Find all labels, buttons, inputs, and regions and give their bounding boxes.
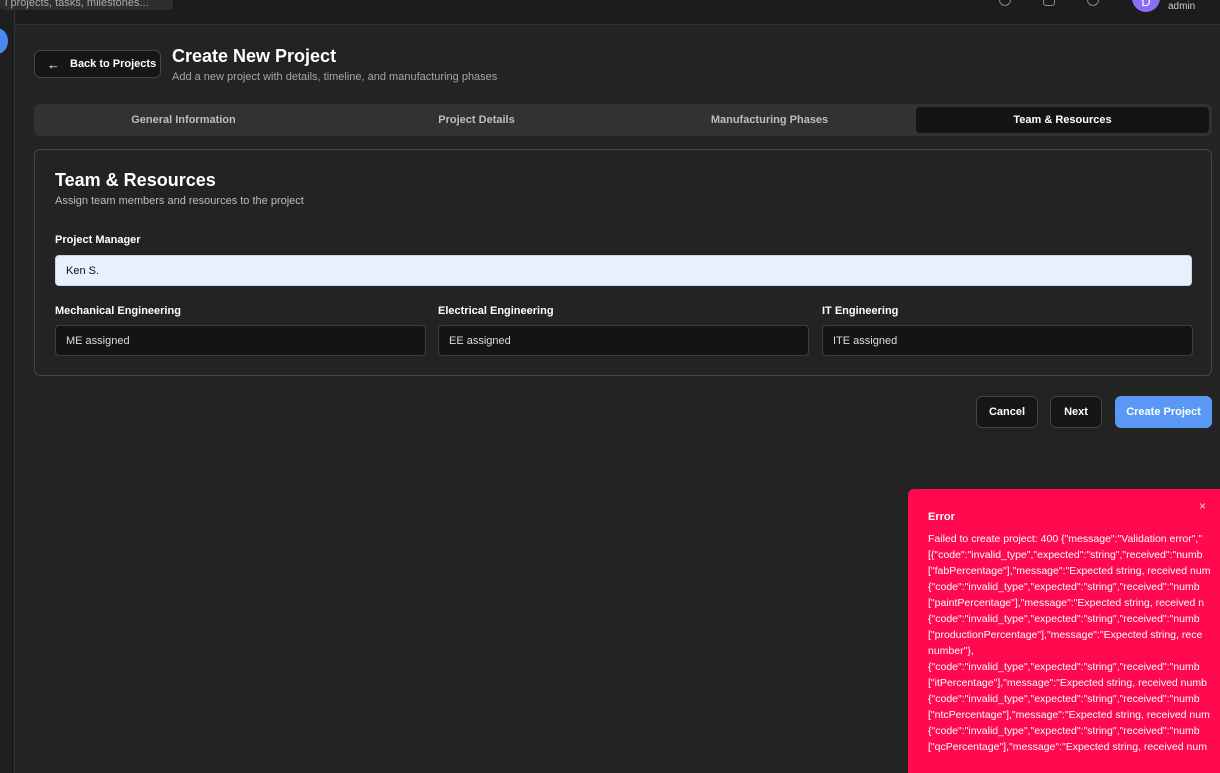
toast-line: [{"code":"invalid_type","expected":"stri… [928, 549, 1203, 561]
toast-line: {"code":"invalid_type","expected":"strin… [928, 725, 1200, 737]
card-description: Assign team members and resources to the… [55, 195, 304, 207]
toast-line: {"code":"invalid_type","expected":"strin… [928, 661, 1200, 673]
clock-icon[interactable] [999, 0, 1011, 6]
arrow-left-icon: ← [47, 56, 60, 72]
tab-general-information[interactable]: General Information [37, 107, 330, 133]
toast-line: ["fabPercentage"],"message":"Expected st… [928, 565, 1211, 577]
card-title: Team & Resources [55, 170, 216, 190]
it-engineering-field[interactable]: ITE assigned [822, 325, 1193, 356]
toast-line: number"}, [928, 645, 974, 657]
toast-line: {"code":"invalid_type","expected":"strin… [928, 581, 1200, 593]
toast-line: ["itPercentage"],"message":"Expected str… [928, 677, 1207, 689]
toast-line: ["ntcPercentage"],"message":"Expected st… [928, 709, 1210, 721]
tab-manufacturing-phases[interactable]: Manufacturing Phases [623, 107, 916, 133]
close-icon[interactable]: × [1199, 499, 1206, 513]
search-input[interactable]: l projects, tasks, milestones... [0, 0, 173, 10]
project-manager-label: Project Manager [55, 234, 141, 246]
mechanical-engineering-field[interactable]: ME assigned [55, 325, 426, 356]
toast-line: {"code":"invalid_type","expected":"strin… [928, 613, 1200, 625]
user-role: admin [1168, 1, 1196, 12]
next-button[interactable]: Next [1050, 396, 1102, 428]
toast-line: ["qcPercentage"],"message":"Expected str… [928, 741, 1207, 753]
gear-icon[interactable] [1087, 0, 1099, 6]
electrical-engineering-field[interactable]: EE assigned [438, 325, 809, 356]
toast-line: ["paintPercentage"],"message":"Expected … [928, 597, 1205, 609]
tab-team-resources[interactable]: Team & Resources [916, 107, 1209, 133]
back-button-label: Back to Projects [70, 58, 157, 70]
back-to-projects-button[interactable]: ← Back to Projects [34, 50, 161, 78]
toast-line: {"code":"invalid_type","expected":"strin… [928, 693, 1200, 705]
create-project-button[interactable]: Create Project [1115, 396, 1212, 428]
toast-title: Error [928, 511, 955, 523]
toast-line: ["productionPercentage"],"message":"Expe… [928, 629, 1203, 641]
project-manager-field[interactable]: Ken S. [55, 255, 1192, 286]
it-engineering-label: IT Engineering [822, 305, 899, 317]
sidebar [0, 0, 15, 773]
error-toast: × Error Failed to create project: 400 {"… [908, 489, 1220, 773]
electrical-engineering-label: Electrical Engineering [438, 305, 554, 317]
sidebar-toggle[interactable] [0, 28, 8, 54]
toast-line: Failed to create project: 400 {"message"… [928, 533, 1203, 545]
tab-project-details[interactable]: Project Details [330, 107, 623, 133]
top-header: l projects, tasks, milestones... [0, 0, 1220, 25]
page-subtitle: Add a new project with details, timeline… [172, 71, 498, 83]
team-resources-card: Team & Resources Assign team members and… [34, 149, 1212, 376]
bell-icon[interactable] [1043, 0, 1055, 6]
cancel-button[interactable]: Cancel [976, 396, 1038, 428]
page-title: Create New Project [172, 46, 337, 66]
toast-message: Failed to create project: 400 {"message"… [928, 531, 1220, 755]
mechanical-engineering-label: Mechanical Engineering [55, 305, 181, 317]
tab-list: General Information Project Details Manu… [34, 104, 1212, 136]
